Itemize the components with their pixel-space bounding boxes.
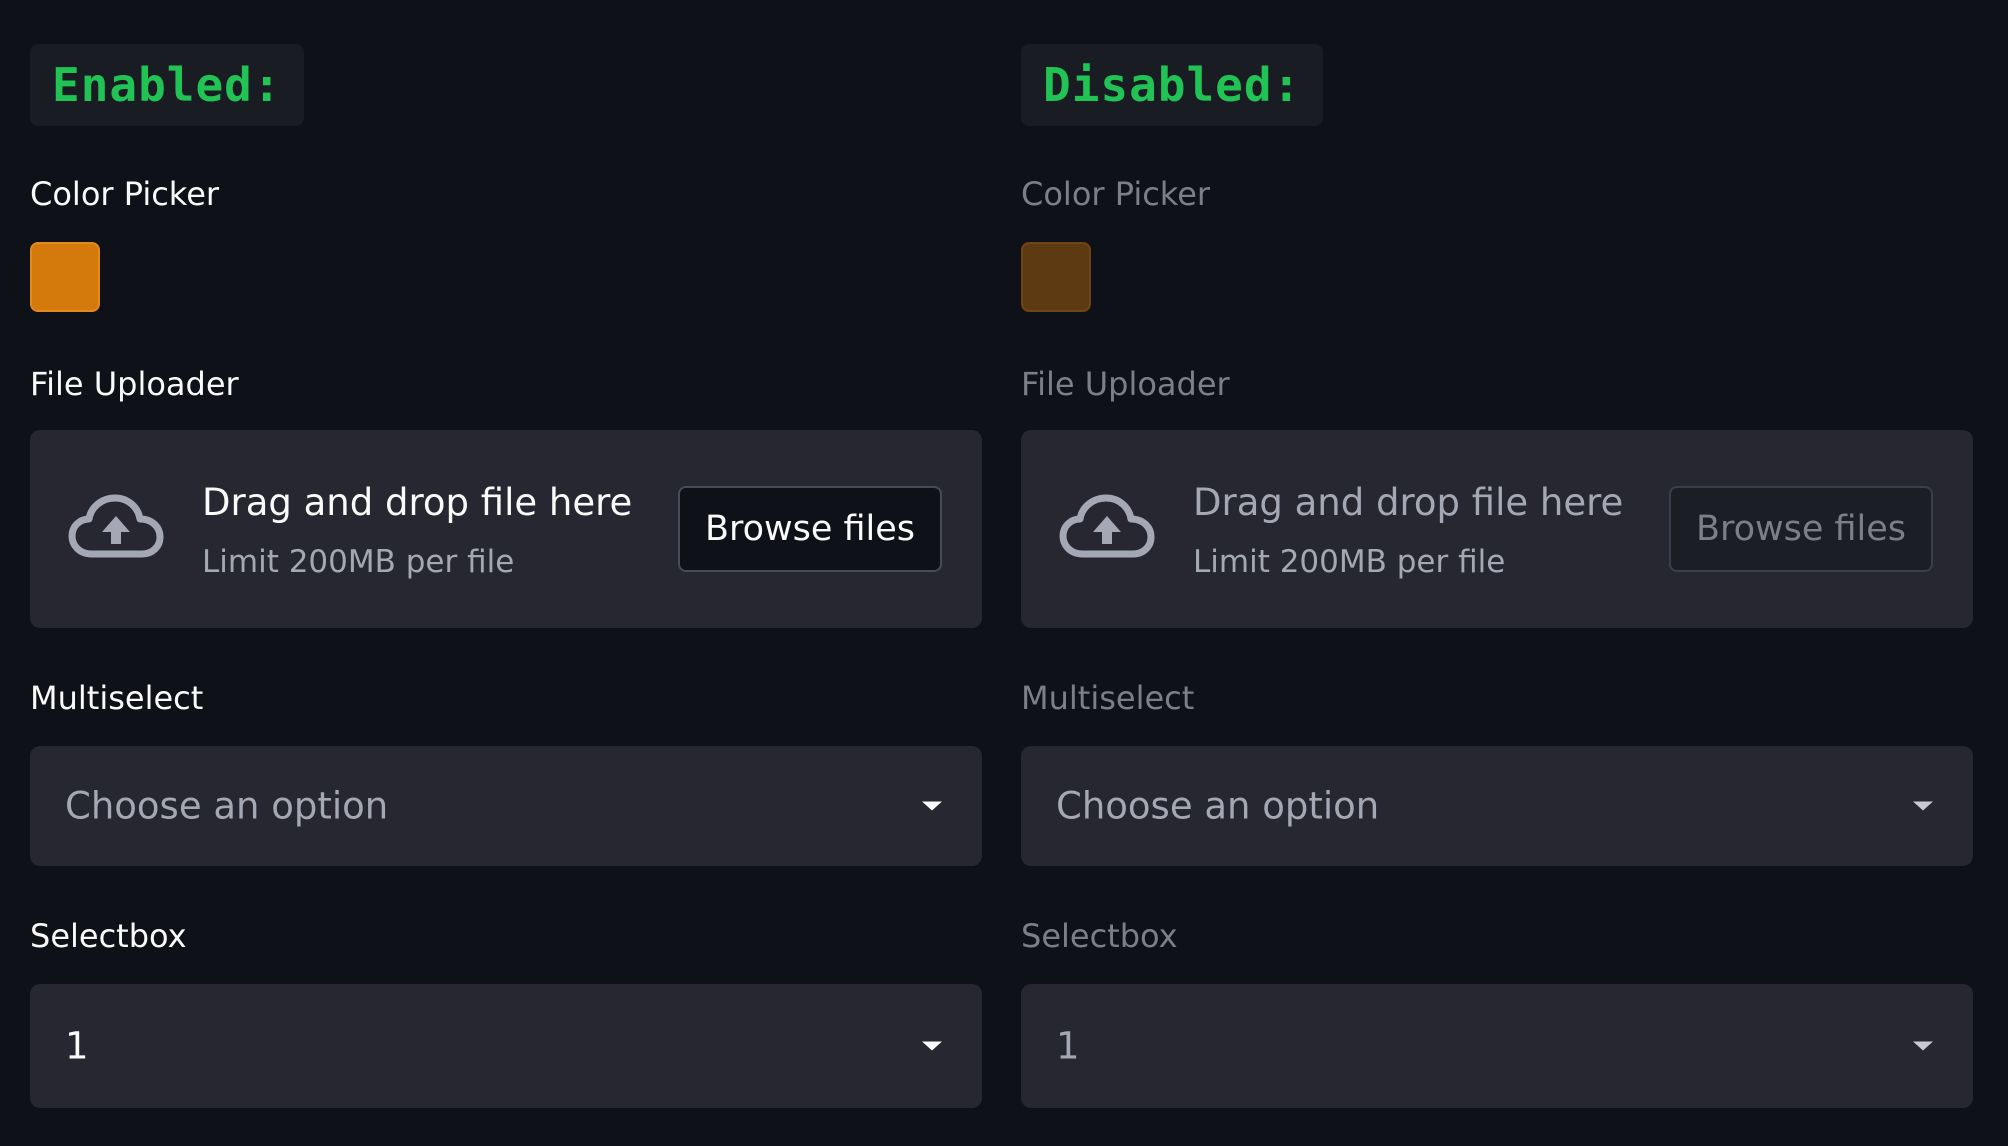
selectbox-label: Selectbox: [1021, 917, 1178, 955]
cloud-upload-icon: [1059, 494, 1155, 558]
selectbox-input[interactable]: 1: [30, 984, 982, 1108]
multiselect-placeholder: Choose an option: [1056, 784, 1380, 828]
color-picker-label: Color Picker: [1021, 175, 1211, 213]
upload-title: Drag and drop file here: [202, 481, 633, 524]
selectbox-input: 1: [1021, 984, 1973, 1108]
browse-files-button[interactable]: Browse files: [678, 486, 942, 572]
chevron-down-icon[interactable]: [922, 801, 942, 811]
file-uploader-dropzone: Drag and drop file here Limit 200MB per …: [1021, 430, 1973, 628]
cloud-upload-icon: [68, 494, 164, 558]
multiselect-input: Choose an option: [1021, 746, 1973, 866]
disabled-header: Disabled:: [1021, 44, 1324, 126]
selectbox-label: Selectbox: [30, 917, 187, 955]
chevron-down-icon: [1913, 801, 1933, 811]
multiselect-label: Multiselect: [30, 679, 204, 717]
color-picker-swatch: [1021, 242, 1091, 312]
browse-files-button: Browse files: [1669, 486, 1933, 572]
chevron-down-icon[interactable]: [922, 1041, 942, 1051]
chevron-down-icon: [1913, 1041, 1933, 1051]
upload-title: Drag and drop file here: [1193, 481, 1624, 524]
file-uploader-dropzone[interactable]: Drag and drop file here Limit 200MB per …: [30, 430, 982, 628]
color-picker-swatch[interactable]: [30, 242, 100, 312]
multiselect-input[interactable]: Choose an option: [30, 746, 982, 866]
upload-limit: Limit 200MB per file: [1193, 544, 1506, 580]
file-uploader-label: File Uploader: [30, 365, 239, 403]
color-picker-label: Color Picker: [30, 175, 220, 213]
page: Enabled: Color Picker File Uploader Drag…: [0, 0, 2008, 1146]
file-uploader-label: File Uploader: [1021, 365, 1230, 403]
multiselect-label: Multiselect: [1021, 679, 1195, 717]
multiselect-placeholder: Choose an option: [65, 784, 389, 828]
selectbox-value: 1: [65, 1024, 89, 1068]
selectbox-value: 1: [1056, 1024, 1080, 1068]
upload-limit: Limit 200MB per file: [202, 544, 515, 580]
enabled-header: Enabled:: [30, 44, 304, 126]
